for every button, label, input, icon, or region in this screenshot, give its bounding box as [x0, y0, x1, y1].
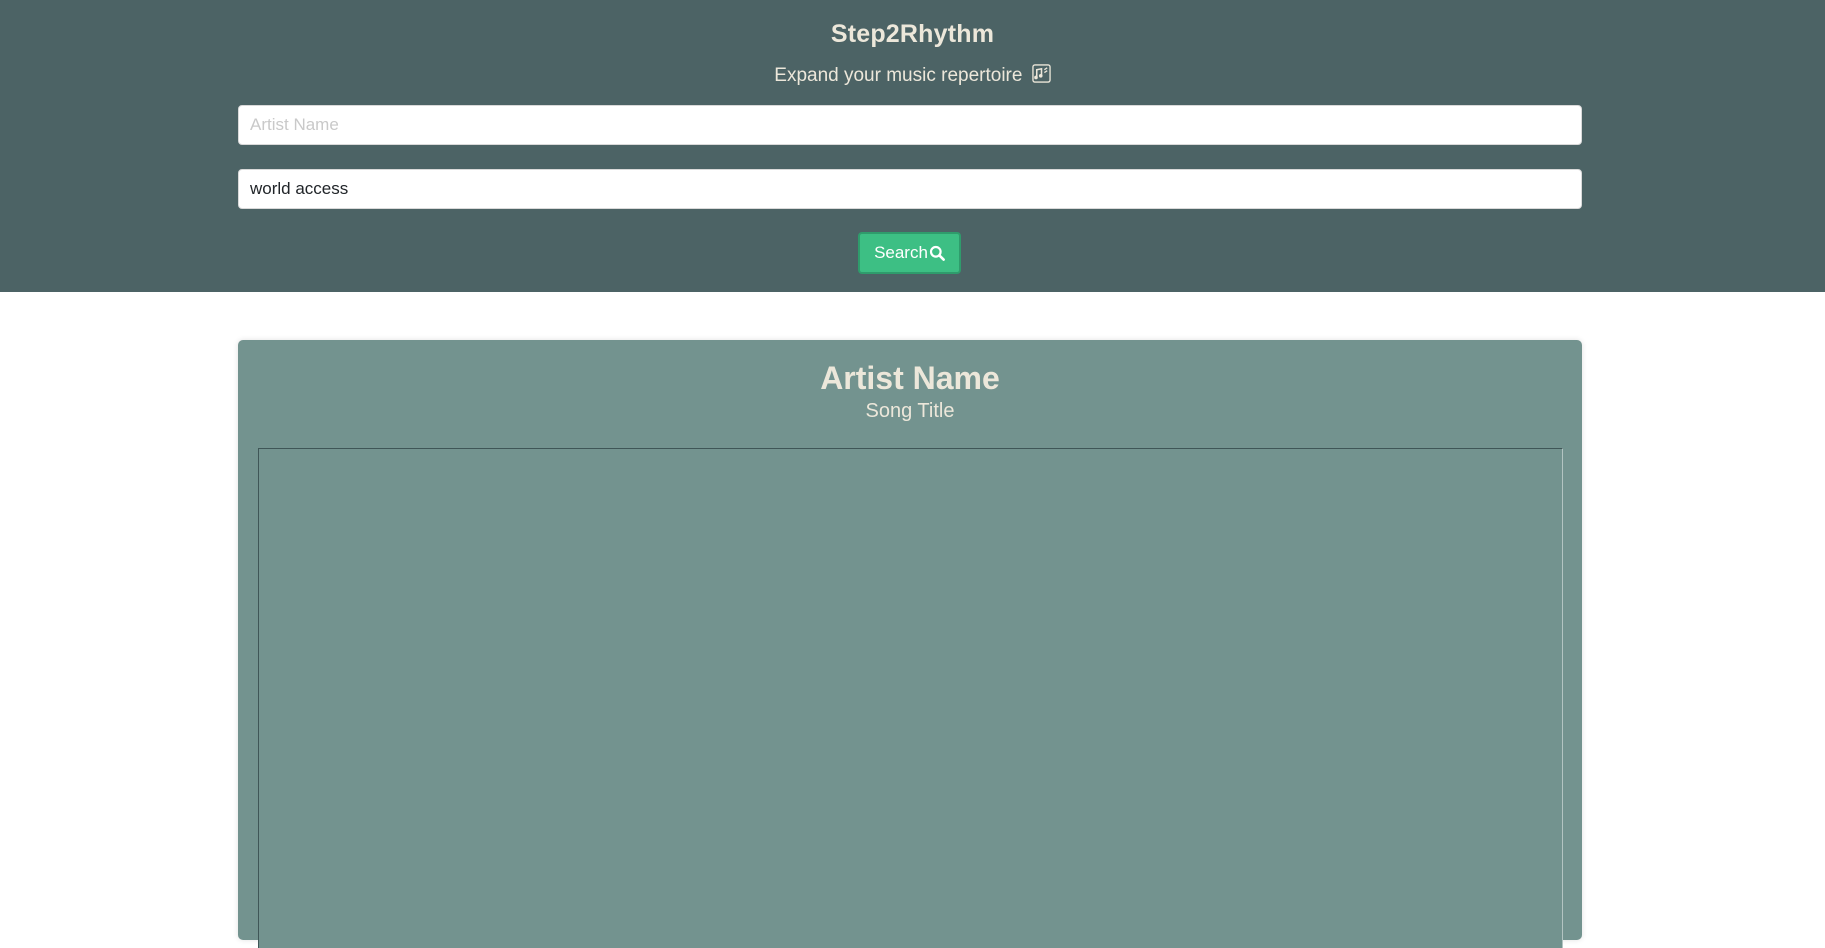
search-button-label: Search: [874, 243, 928, 262]
result-artist-name: Artist Name: [820, 360, 1000, 396]
search-icon: [929, 245, 945, 261]
lyrics-card: Artist Name Song Title: [238, 340, 1582, 948]
app-title: Step2Rhythm: [830, 20, 995, 48]
header: Step2Rhythm Expand your music repertoire…: [0, 0, 1825, 292]
tagline: Expand your music repertoire: [0, 64, 1825, 87]
artist-name-input[interactable]: [238, 105, 1582, 145]
lyrics-panel[interactable]: [258, 448, 1563, 948]
search-button[interactable]: Search: [858, 232, 961, 274]
song-title-input[interactable]: [238, 169, 1582, 209]
tagline-text: Expand your music repertoire: [774, 65, 1023, 86]
result-song-title: Song Title: [865, 400, 955, 422]
music-notes-icon: [1032, 64, 1051, 83]
